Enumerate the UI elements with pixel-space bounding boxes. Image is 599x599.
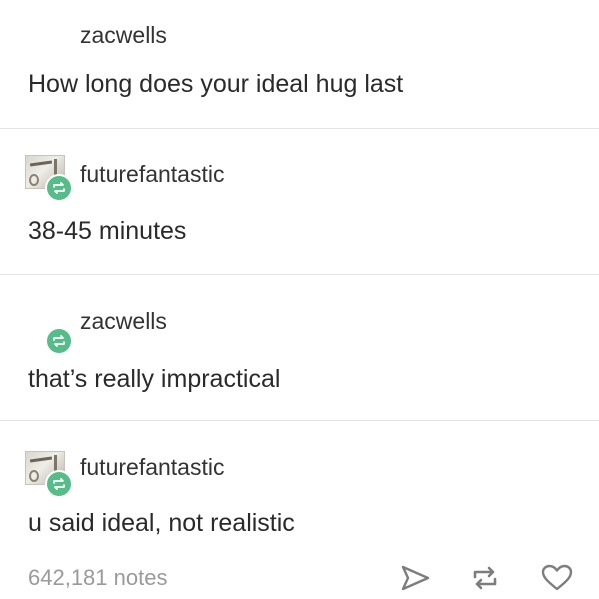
heart-icon[interactable]	[540, 563, 574, 593]
reblog-badge-icon	[45, 470, 73, 498]
post-2-username[interactable]: futurefantastic	[80, 161, 224, 188]
reblog-icon[interactable]	[468, 563, 502, 593]
reblog-badge-icon	[45, 327, 73, 355]
share-icon[interactable]	[398, 563, 432, 593]
post-3-text: that’s really impractical	[28, 365, 281, 393]
post-1-username[interactable]: zacwells	[80, 22, 167, 49]
post-2: futurefantastic 38-45 minutes	[0, 129, 599, 274]
post-1: zacwells How long does your ideal hug la…	[0, 0, 599, 128]
notes-count[interactable]: 642,181 notes	[28, 565, 167, 591]
post-4-text: u said ideal, not realistic	[28, 509, 295, 537]
post-3: zacwells that’s really impractical	[0, 275, 599, 420]
post-1-text: How long does your ideal hug last	[28, 70, 404, 98]
reblog-badge-icon	[45, 174, 73, 202]
post-4-username[interactable]: futurefantastic	[80, 454, 224, 481]
post-2-text: 38-45 minutes	[28, 217, 187, 245]
post-3-username[interactable]: zacwells	[80, 308, 167, 335]
post-4: futurefantastic u said ideal, not realis…	[0, 421, 599, 551]
